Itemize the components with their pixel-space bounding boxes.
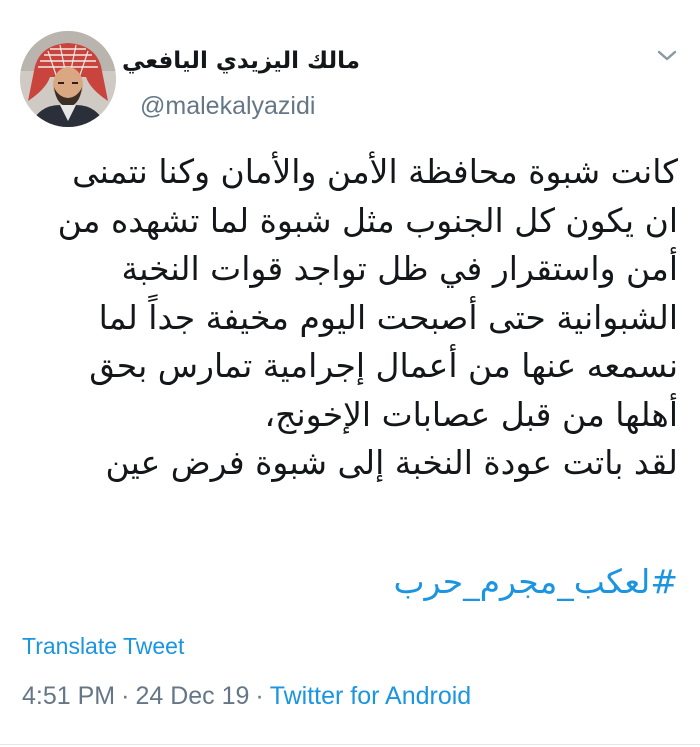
tweet-text-line: أمن واستقرار في ظل تواجد قوات النخبة [121,249,678,288]
separator: · [121,682,130,710]
avatar[interactable] [20,31,116,127]
chevron-down-icon[interactable] [654,44,680,66]
tweet-text-line: كانت شبوة محافظة الأمن والأمان وكنا نتمن… [72,152,678,191]
profile-photo-icon [20,31,116,127]
separator: · [255,682,264,710]
tweet-text-line: لقد باتت عودة النخبة إلى شبوة فرض عين [105,443,678,482]
tweet-text-line: نسمعه عنها من أعمال إجرامية تمارس بحق [89,346,678,385]
author-handle[interactable]: @malekalyazidi [140,90,315,122]
translate-tweet-link[interactable]: Translate Tweet [22,631,184,661]
tweet-text-line: أهلها من قبل عصابات الإخونج، [264,394,678,434]
tweet-date: 24 Dec 19 [135,682,250,710]
tweet-text-line: الشبوانية حتى أصبحت اليوم مخيفة جداً لما [98,297,678,337]
tweet-time: 4:51 PM [22,682,116,710]
tweet-detail: مالك اليزيدي اليافعي @malekalyazidi كانت… [0,0,700,747]
divider [0,744,700,745]
author-display-name[interactable]: مالك اليزيدي اليافعي [122,46,360,76]
hashtag-link[interactable]: #لعكب_مجرم_حرب [393,558,678,606]
tweet-metadata: 4:51 PM · 24 Dec 19 · Twitter for Android [22,680,471,712]
tweet-text: كانت شبوة محافظة الأمن والأمان وكنا نتمن… [38,148,678,488]
tweet-text-line: ان يكون كل الجنوب مثل شبوة لما تشهده من [57,200,678,240]
tweet-source-link[interactable]: Twitter for Android [270,682,471,710]
